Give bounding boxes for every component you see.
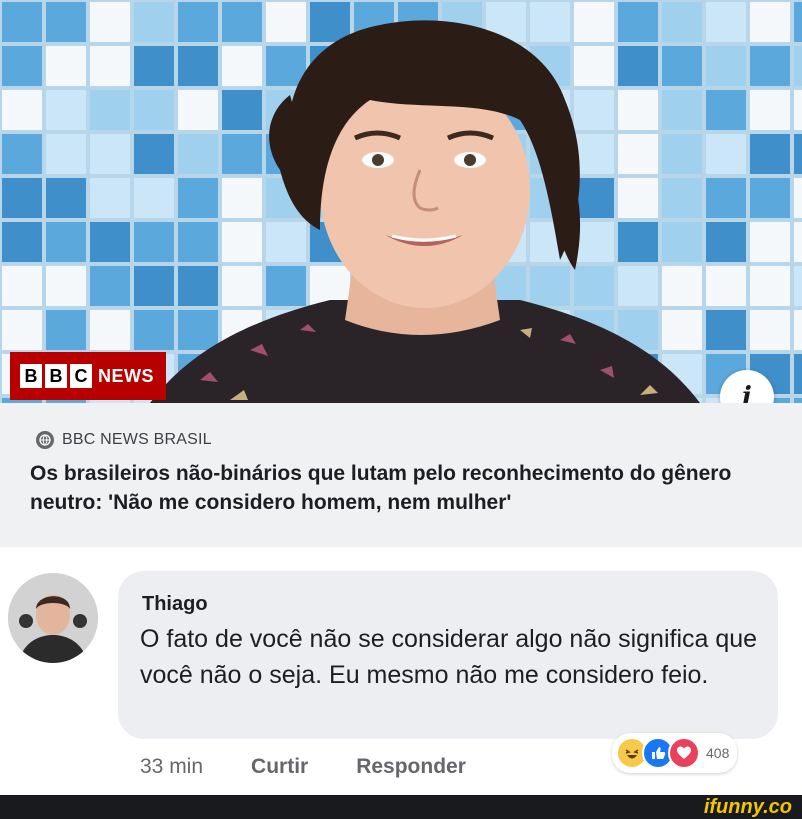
globe-icon — [36, 431, 54, 449]
reactions-summary[interactable]: 408 — [612, 733, 738, 773]
link-source-name: BBC NEWS BRASIL — [62, 431, 212, 448]
comment-author[interactable]: Thiago — [142, 593, 208, 616]
comment-text: O fato de você não se considerar algo nã… — [140, 625, 758, 689]
bbc-news-badge: B B C NEWS — [10, 352, 166, 400]
bbc-letter: B — [45, 364, 67, 388]
avatar[interactable] — [8, 573, 98, 663]
reply-button[interactable]: Responder — [356, 755, 466, 779]
ifunny-watermark: ifunny.co — [703, 796, 792, 818]
link-headline[interactable]: Os brasileiros não-binários que lutam pe… — [30, 459, 780, 517]
comment-actions: 33 min Curtir Responder — [140, 755, 466, 779]
link-source: BBC NEWS BRASIL — [36, 431, 212, 449]
comment: Thiago O fato de você não se considerar … — [0, 547, 802, 795]
love-icon — [668, 737, 700, 769]
bbc-letter: B — [20, 364, 42, 388]
comment-bubble: Thiago O fato de você não se considerar … — [118, 571, 778, 739]
person-portrait — [150, 20, 700, 403]
reaction-count: 408 — [706, 745, 730, 761]
bbc-logo: B B C — [20, 364, 92, 388]
like-button[interactable]: Curtir — [251, 755, 308, 779]
avatar-photo — [8, 573, 98, 663]
link-preview-card[interactable]: BBC NEWS BRASIL Os brasileiros não-binár… — [0, 403, 802, 547]
bbc-letter: C — [70, 364, 92, 388]
bbc-news-label: NEWS — [98, 365, 154, 386]
comment-timestamp[interactable]: 33 min — [140, 755, 203, 779]
watermark-bar: ifunny.co — [0, 795, 802, 819]
news-hero-image[interactable]: B B C NEWS i — [0, 0, 802, 403]
